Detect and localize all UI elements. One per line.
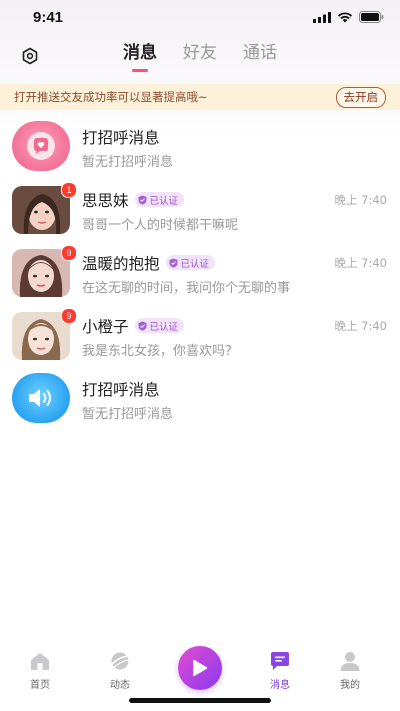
conversation-preview: 我是东北女孩，你喜欢吗? — [82, 344, 232, 359]
enable-push-button[interactable]: 去开启 — [335, 87, 386, 108]
verified-badge: 已认证 — [134, 192, 185, 207]
conversation-name: 打招呼消息 — [82, 381, 160, 399]
conversation-row-greetings-voice[interactable]: 打招呼消息 暂无打招呼消息 — [0, 366, 400, 429]
tabbar-label: 消息 — [270, 680, 290, 691]
wifi-icon — [337, 11, 353, 22]
conversation-name: 小橙子 — [82, 318, 129, 336]
tab-messages[interactable]: 消息 — [123, 40, 157, 72]
unread-badge: 9 — [61, 308, 77, 324]
conversation-row[interactable]: 1 思思妹 已认证 晚上 7:40 哥哥一个人的时候都干嘛呢 — [0, 177, 400, 240]
bottom-tab-bar: 首页 动态 消息 我的 — [0, 640, 400, 711]
planet-icon — [110, 652, 131, 670]
home-indicator — [129, 698, 271, 703]
conversation-list: 打招呼消息 暂无打招呼消息 1 思思妹 已认证 晚上 7:40 哥哥一个人的时候… — [0, 114, 400, 429]
status-bar: 9:41 — [0, 0, 400, 36]
verified-badge: 已认证 — [134, 318, 185, 333]
conversation-time: 晚上 7:40 — [334, 256, 387, 270]
shield-check-icon — [138, 321, 147, 331]
conversation-preview: 暂无打招呼消息 — [82, 155, 174, 170]
home-icon — [31, 653, 49, 670]
conversation-preview: 暂无打招呼消息 — [82, 407, 174, 422]
tabbar-label: 首页 — [30, 680, 50, 691]
verified-label: 已认证 — [180, 258, 210, 270]
signal-icon — [313, 11, 331, 23]
conversation-preview: 在这无聊的时间，我问你个无聊的事 — [82, 281, 291, 296]
conversation-name-line: 小橙子 已认证 — [82, 315, 185, 337]
conversation-time: 晚上 7:40 — [334, 193, 387, 207]
status-icons — [313, 11, 384, 23]
message-tabs: 消息 好友 通话 — [0, 40, 400, 72]
tabbar-label: 动态 — [110, 680, 130, 691]
conversation-time: 晚上 7:40 — [334, 319, 387, 333]
speaker-icon — [29, 389, 51, 407]
shield-check-icon — [169, 258, 178, 268]
verified-badge: 已认证 — [165, 255, 216, 270]
tab-friends[interactable]: 好友 — [183, 40, 217, 72]
greeting-avatar — [12, 121, 70, 171]
verified-label: 已认证 — [149, 321, 179, 333]
conversation-preview: 哥哥一个人的时候都干嘛呢 — [82, 218, 239, 233]
conversation-name-line: 温暖的抱抱 已认证 — [82, 252, 216, 274]
tab-label: 消息 — [123, 43, 157, 63]
unread-badge: 9 — [61, 245, 77, 261]
message-icon — [271, 652, 289, 670]
notice-text: 打开推送交友成功率可以显著提高哦~ — [14, 90, 208, 104]
heart-message-icon — [27, 132, 55, 160]
tabbar-item-messages[interactable]: 消息 — [250, 648, 310, 691]
center-play-button[interactable] — [178, 646, 222, 690]
verified-label: 已认证 — [149, 195, 179, 207]
conversation-row-greetings[interactable]: 打招呼消息 暂无打招呼消息 — [0, 114, 400, 177]
conversation-row[interactable]: 9 温暖的抱抱 已认证 晚上 7:40 在这无聊的时间，我问你个无聊的事 — [0, 240, 400, 303]
tabbar-label: 我的 — [340, 680, 360, 691]
active-tab-indicator — [132, 69, 148, 72]
conversation-row[interactable]: 9 小橙子 已认证 晚上 7:40 我是东北女孩，你喜欢吗? — [0, 303, 400, 366]
tabbar-item-home[interactable]: 首页 — [10, 648, 70, 691]
battery-icon — [359, 11, 384, 23]
shield-check-icon — [138, 195, 147, 205]
greeting-voice-avatar — [12, 373, 70, 423]
tabbar-item-moments[interactable]: 动态 — [90, 648, 150, 691]
push-notice-banner: 打开推送交友成功率可以显著提高哦~ 去开启 — [0, 84, 400, 110]
conversation-name: 打招呼消息 — [82, 129, 160, 147]
conversation-name: 温暖的抱抱 — [82, 255, 160, 273]
status-time: 9:41 — [33, 9, 64, 26]
tab-label: 通话 — [243, 43, 277, 63]
conversation-name-line: 思思妹 已认证 — [82, 189, 185, 211]
tab-label: 好友 — [183, 43, 217, 63]
conversation-name: 思思妹 — [82, 192, 129, 210]
play-icon — [193, 659, 208, 677]
tabbar-item-profile[interactable]: 我的 — [320, 648, 380, 691]
unread-badge: 1 — [61, 182, 77, 198]
top-nav: 消息 好友 通话 — [0, 36, 400, 82]
tab-calls[interactable]: 通话 — [243, 40, 277, 72]
profile-icon — [340, 652, 360, 671]
